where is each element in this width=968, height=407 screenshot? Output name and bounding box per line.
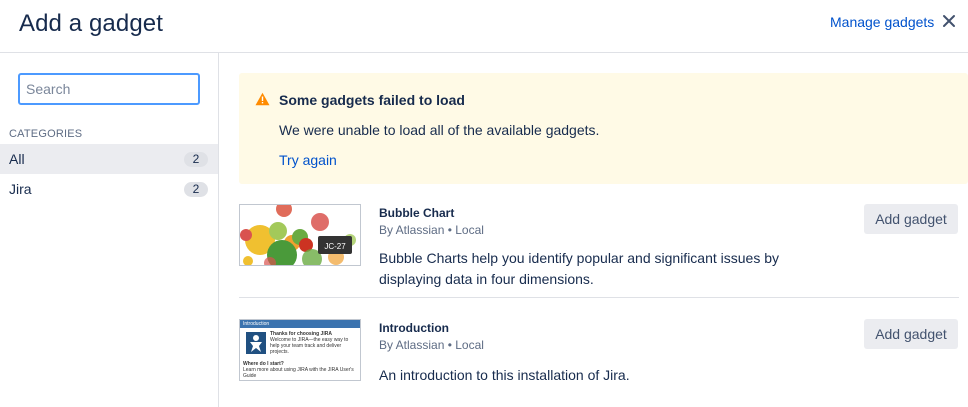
thumbnail-text: Thanks for choosing JIRA Welcome to JIRA…	[270, 331, 358, 355]
gadget-meta: By Atlassian • Local	[379, 223, 484, 237]
page-title: Add a gadget	[19, 10, 163, 37]
warning-message: We were unable to load all of the availa…	[279, 122, 600, 138]
categories-heading: CATEGORIES	[9, 128, 83, 140]
try-again-link[interactable]: Try again	[279, 152, 337, 168]
divider	[239, 297, 959, 298]
dialog-header: Add a gadget Manage gadgets	[0, 0, 968, 53]
category-label: All	[9, 151, 25, 167]
gadget-meta: By Atlassian • Local	[379, 338, 484, 352]
sidebar: CATEGORIES All 2 Jira 2	[0, 53, 219, 407]
close-icon[interactable]	[940, 12, 958, 30]
add-gadget-button[interactable]: Add gadget	[864, 204, 958, 234]
category-count-badge: 2	[184, 152, 208, 167]
introduction-thumbnail: Introduction Thanks for choosing JIRA We…	[239, 319, 361, 381]
thumbnail-subtext: Learn more about using JIRA with the JIR…	[243, 367, 354, 379]
thumbnail-header: Introduction	[240, 320, 360, 328]
category-item-jira[interactable]: Jira 2	[0, 174, 218, 204]
manage-gadgets-link[interactable]: Manage gadgets	[830, 14, 934, 30]
category-count-badge: 2	[184, 182, 208, 197]
warning-banner: Some gadgets failed to load We were unab…	[239, 73, 968, 184]
gadget-description: An introduction to this installation of …	[379, 367, 630, 383]
gadget-title: Introduction	[379, 321, 449, 335]
gadget-title: Bubble Chart	[379, 206, 455, 220]
gadget-description: Bubble Charts help you identify popular …	[379, 250, 780, 287]
category-label: Jira	[9, 181, 32, 197]
thumbnail-text-lower: Where do I start? Learn more about using…	[243, 361, 358, 379]
thumbnail-issue-label: JC-27	[324, 242, 346, 251]
bubble-chart-thumbnail: JC-27	[239, 204, 361, 266]
warning-icon	[255, 92, 270, 106]
category-item-all[interactable]: All 2	[0, 144, 218, 174]
add-gadget-button[interactable]: Add gadget	[864, 319, 958, 349]
search-input[interactable]	[18, 73, 200, 105]
jira-logo-icon	[246, 332, 266, 354]
thumbnail-body: Welcome to JIRA—the easy way to help you…	[270, 337, 349, 355]
warning-title: Some gadgets failed to load	[279, 92, 465, 108]
